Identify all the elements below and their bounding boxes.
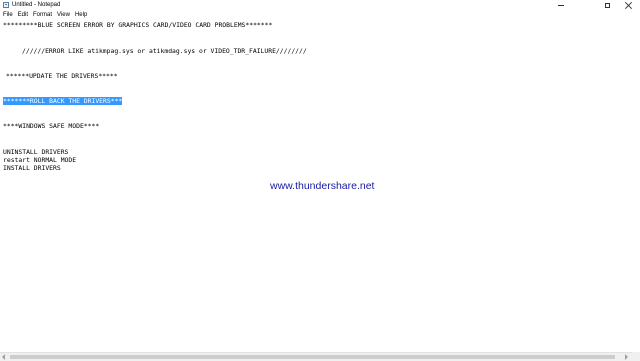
menu-help[interactable]: Help <box>73 10 89 20</box>
notepad-window: Untitled - Notepad File Edit Format View… <box>0 0 640 361</box>
menu-format[interactable]: Format <box>31 10 54 20</box>
text-line-3[interactable]: ******UPDATE THE DRIVERS***** <box>6 72 118 80</box>
close-button[interactable] <box>616 0 640 10</box>
minimize-button[interactable] <box>549 0 573 10</box>
text-line-7[interactable]: restart NORMAL MODE <box>3 156 76 164</box>
scroll-left-icon[interactable] <box>2 354 5 360</box>
notepad-icon <box>3 2 9 8</box>
text-line-6[interactable]: UNINSTALL DRIVERS <box>3 148 68 156</box>
text-line-2[interactable]: //////ERROR LIKE atikmpag.sys or atikmda… <box>22 47 307 55</box>
watermark-text: www.thundershare.net <box>270 180 375 192</box>
text-line-selected[interactable]: *******ROLL BACK THE DRIVERS*** <box>3 97 123 105</box>
scrollbar-thumb[interactable] <box>10 355 615 359</box>
text-line-8[interactable]: INSTALL DRIVERS <box>3 164 61 172</box>
resize-grip[interactable] <box>632 352 640 360</box>
scroll-right-icon[interactable] <box>625 354 628 360</box>
maximize-icon <box>604 2 610 8</box>
minimize-icon <box>558 4 564 6</box>
menu-edit[interactable]: Edit <box>16 10 30 20</box>
title-bar[interactable]: Untitled - Notepad <box>0 0 640 10</box>
menu-file[interactable]: File <box>1 10 15 20</box>
window-title: Untitled - Notepad <box>12 2 61 8</box>
close-icon <box>625 2 632 9</box>
menu-view[interactable]: View <box>55 10 72 20</box>
text-line-1[interactable]: *********BLUE SCREEN ERROR BY GRAPHICS C… <box>3 21 272 29</box>
text-line-5[interactable]: ****WINDOWS SAFE MODE**** <box>3 122 99 130</box>
